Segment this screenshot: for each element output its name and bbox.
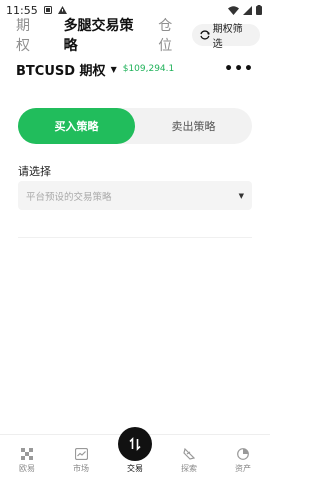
nav-label-trade: 交易 xyxy=(127,464,143,473)
nav-item-explore[interactable]: 探索 xyxy=(162,435,216,480)
symbol-dropdown-icon[interactable]: ▼ xyxy=(111,65,117,74)
warning-icon xyxy=(57,6,67,14)
bottom-nav: 欧易 市场 交易 探索 资产 xyxy=(0,427,270,480)
buy-strategy-button[interactable]: 买入策略 xyxy=(18,108,135,144)
symbol-name[interactable]: BTCUSD 期权 xyxy=(16,60,106,79)
chevron-down-icon: ▼ xyxy=(238,191,244,200)
nav-item-trade[interactable]: 交易 xyxy=(108,427,162,480)
notification-icon xyxy=(43,6,52,14)
symbol-row: BTCUSD 期权 ▼ $109,294.1 ••• xyxy=(16,58,254,80)
chart-icon xyxy=(74,448,88,460)
top-tabs: 期权 多腿交易策略 仓位 期权筛选 xyxy=(0,18,270,54)
nav-label-market: 市场 xyxy=(73,464,89,473)
nav-item-home[interactable]: 欧易 xyxy=(0,435,54,480)
tab-options[interactable]: 期权 xyxy=(16,15,44,55)
strategy-select-placeholder: 平台预设的交易策略 xyxy=(26,191,112,203)
pie-chart-icon xyxy=(237,448,249,460)
wifi-icon xyxy=(228,5,239,15)
compass-icon xyxy=(183,448,195,460)
okx-logo-icon xyxy=(21,448,33,460)
sell-strategy-button[interactable]: 卖出策略 xyxy=(135,108,252,144)
nav-label-explore: 探索 xyxy=(181,464,197,473)
tab-multi-leg-strategy[interactable]: 多腿交易策略 xyxy=(64,15,147,55)
battery-icon xyxy=(256,5,262,15)
filter-label: 期权筛选 xyxy=(212,24,243,50)
swap-arrows-icon xyxy=(129,437,141,451)
tab-positions[interactable]: 仓位 xyxy=(158,15,186,55)
filter-swap-icon xyxy=(200,30,210,40)
divider xyxy=(18,237,252,238)
select-label: 请选择 xyxy=(18,165,51,178)
strategy-select[interactable]: 平台预设的交易策略 ▼ xyxy=(18,181,252,210)
symbol-price: $109,294.1 xyxy=(122,64,175,74)
signal-icon xyxy=(243,5,252,15)
options-filter-button[interactable]: 期权筛选 xyxy=(191,24,260,50)
nav-item-assets[interactable]: 资产 xyxy=(216,435,270,480)
more-options-icon[interactable]: ••• xyxy=(224,61,254,77)
nav-label-assets: 资产 xyxy=(235,464,251,473)
nav-label-home: 欧易 xyxy=(19,464,35,473)
nav-item-market[interactable]: 市场 xyxy=(54,435,108,480)
trade-center-button[interactable] xyxy=(118,427,152,461)
strategy-direction-toggle: 买入策略 卖出策略 xyxy=(18,108,252,144)
